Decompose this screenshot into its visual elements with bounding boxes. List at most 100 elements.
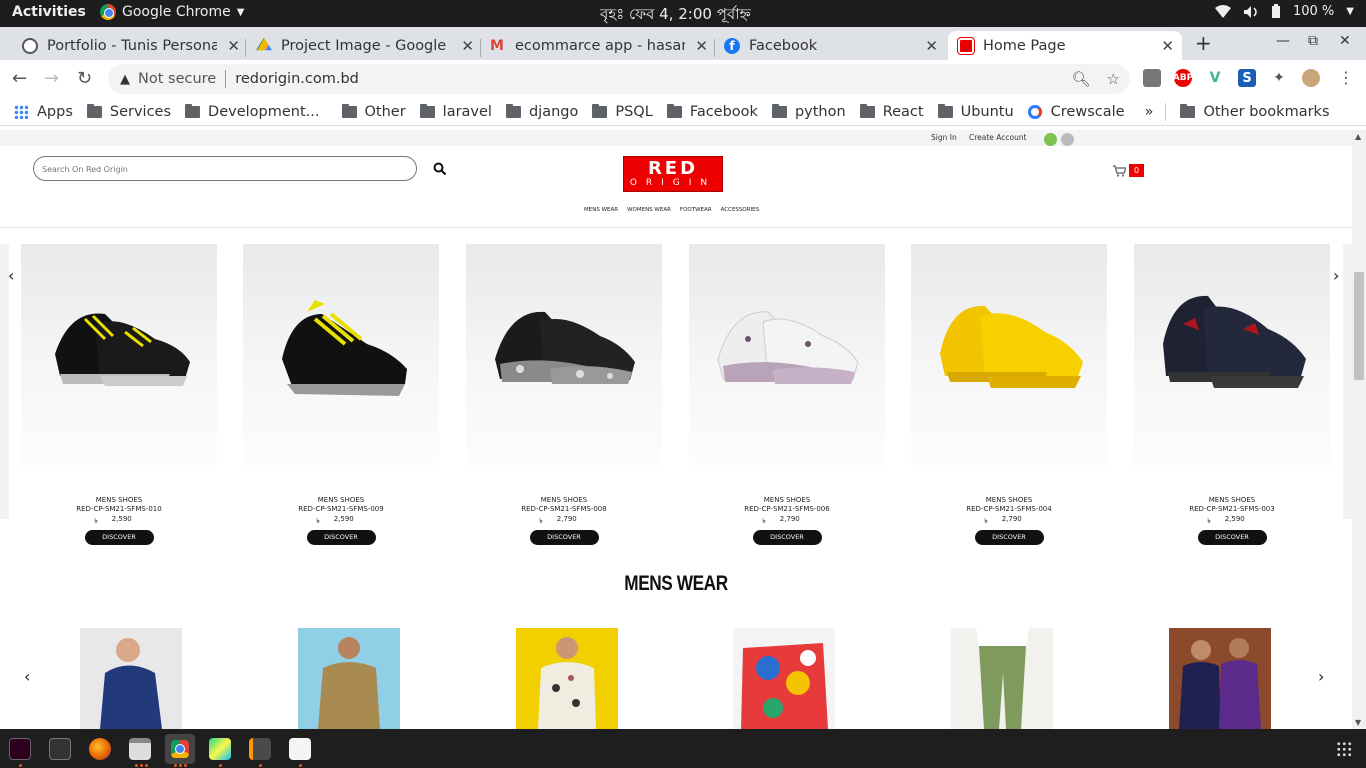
sublime-text-icon[interactable] [249, 738, 271, 760]
product-card[interactable]: MENS SHOES RED-CP-SM21-SFMS-006 ৳ 2,790 D… [689, 244, 885, 545]
discover-button[interactable]: DISCOVER [1197, 530, 1267, 545]
close-icon[interactable]: ✕ [1161, 37, 1174, 55]
page-scrollbar[interactable]: ▲ ▼ [1352, 130, 1366, 729]
zoom-icon[interactable]: 🔍︎ [1072, 70, 1091, 88]
carousel-next-arrow[interactable]: › [1333, 266, 1339, 285]
discover-button[interactable]: DISCOVER [974, 530, 1044, 545]
nav-accessories[interactable]: ACCESSORIES [721, 207, 760, 213]
restore-icon[interactable]: ⧉ [1308, 33, 1318, 49]
nav-mens-wear[interactable]: MENS WEAR [584, 207, 618, 213]
url-text[interactable]: redorigin.com.bd [235, 71, 359, 87]
tab-home-page[interactable]: Home Page ✕ [948, 31, 1182, 60]
bookmark-folder[interactable]: python [771, 103, 846, 120]
clock[interactable]: বৃহঃ ফেব 4, 2:00 পূর্বাহ্ন [600, 3, 751, 28]
discover-button[interactable]: DISCOVER [306, 530, 376, 545]
bookmark-folder[interactable]: Development... [185, 103, 320, 120]
bookmark-folder[interactable]: laravel [419, 103, 492, 120]
close-icon[interactable]: ✕ [461, 37, 474, 55]
mens-wear-image-floral-shirt[interactable] [733, 628, 835, 729]
bookmarks-overflow[interactable]: » [1145, 104, 1154, 120]
mens-wear-image-shirts-duo[interactable] [1169, 628, 1271, 729]
bookmark-folder[interactable]: Services [86, 103, 171, 120]
product-image[interactable] [466, 244, 662, 468]
product-image[interactable] [21, 244, 217, 468]
nav-womens-wear[interactable]: WOMENS WEAR [627, 207, 671, 213]
product-card[interactable]: MENS SHOES RED-CP-SM21-SFMS-009 ৳ 2,590 D… [243, 244, 439, 545]
bookmark-folder[interactable]: React [859, 103, 924, 120]
show-applications-icon[interactable] [1336, 741, 1352, 757]
apple-app-icon[interactable] [1061, 133, 1074, 146]
menu-kebab-icon[interactable]: ⋮ [1338, 68, 1354, 87]
bookmark-star-icon[interactable]: ☆ [1107, 70, 1120, 88]
scroll-down-icon[interactable]: ▼ [1355, 718, 1361, 727]
close-icon[interactable]: ✕ [695, 37, 708, 55]
window-close-icon[interactable]: ✕ [1339, 33, 1351, 49]
terminal-red-icon[interactable] [9, 738, 31, 760]
mens-wear-image-chinos[interactable] [951, 628, 1053, 729]
bookmark-folder[interactable]: Ubuntu [937, 103, 1014, 120]
close-icon[interactable]: ✕ [925, 37, 938, 55]
firefox-icon[interactable] [89, 738, 111, 760]
mens-wear-image-printed-shirt[interactable] [516, 628, 618, 729]
sign-in-link[interactable]: Sign In [931, 133, 957, 142]
bookmark-folder[interactable]: django [505, 103, 578, 120]
bookmark-crewscale[interactable]: Crewscale [1027, 104, 1125, 120]
nav-footwear[interactable]: FOOTWEAR [680, 207, 712, 213]
scroll-up-icon[interactable]: ▲ [1355, 132, 1361, 141]
forward-icon[interactable]: → [44, 68, 59, 89]
bookmark-folder[interactable]: Other [341, 103, 406, 120]
mens-wear-next-arrow[interactable]: › [1318, 667, 1324, 686]
discover-button[interactable]: DISCOVER [529, 530, 599, 545]
app-menu[interactable]: Google Chrome ▼ [100, 4, 244, 20]
product-card[interactable]: MENS SHOES RED-CP-SM21-SFMS-004 ৳ 2,790 D… [911, 244, 1107, 545]
product-card[interactable]: MENS SHOES RED-CP-SM21-SFMS-008 ৳ 2,790 D… [466, 244, 662, 545]
tab-ecommarce[interactable]: M ecommarce app - hasanm ✕ [480, 31, 716, 60]
adblock-icon[interactable]: ABP [1173, 69, 1193, 87]
mens-wear-image-suit[interactable] [80, 628, 182, 729]
tab-facebook[interactable]: f Facebook ✕ [714, 31, 946, 60]
vue-devtools-icon[interactable]: V [1206, 69, 1224, 87]
search-input[interactable] [34, 158, 416, 181]
back-icon[interactable]: ← [12, 68, 27, 89]
create-account-link[interactable]: Create Account [969, 133, 1027, 142]
discover-button[interactable]: DISCOVER [84, 530, 154, 545]
extensions-puzzle-icon[interactable]: ✦ [1270, 69, 1288, 87]
cart-button[interactable]: 0 [1113, 164, 1145, 177]
bookmark-apps[interactable]: Apps [14, 104, 73, 120]
warning-icon[interactable]: ▲ [120, 72, 130, 87]
files-icon[interactable] [129, 738, 151, 760]
bookmark-folder[interactable]: Facebook [666, 103, 758, 120]
product-card[interactable]: MENS SHOES RED-CP-SM21-SFMS-010 ৳ 2,590 D… [21, 244, 217, 545]
product-image[interactable] [689, 244, 885, 468]
profile-avatar[interactable] [1302, 69, 1320, 87]
product-image[interactable] [1134, 244, 1330, 468]
site-logo[interactable]: RED ORIGIN [623, 156, 723, 192]
camera-extension-icon[interactable] [1143, 69, 1161, 87]
product-image[interactable] [911, 244, 1107, 468]
scrollbar-thumb[interactable] [1354, 272, 1364, 380]
tab-project-image[interactable]: Project Image - Google Drive ✕ [246, 31, 482, 60]
activities-button[interactable]: Activities [12, 4, 86, 20]
security-label[interactable]: Not secure [138, 71, 216, 87]
product-card[interactable]: MENS SHOES RED-CP-SM21-SFMS-003 ৳ 2,590 D… [1134, 244, 1330, 545]
pycharm-icon[interactable] [209, 738, 231, 760]
address-bar[interactable]: ▲ Not secure redorigin.com.bd 🔍︎ ☆ [108, 64, 1130, 94]
reload-icon[interactable]: ↻ [77, 68, 92, 89]
carousel-prev-arrow[interactable]: ‹ [8, 266, 14, 285]
other-bookmarks[interactable]: Other bookmarks [1180, 103, 1330, 120]
new-tab-icon[interactable]: + [1195, 31, 1212, 55]
product-image[interactable] [243, 244, 439, 468]
tab-portfolio[interactable]: Portfolio - Tunis Personal ✕ [12, 31, 248, 60]
minimize-icon[interactable]: — [1276, 33, 1290, 49]
bookmark-folder[interactable]: PSQL [592, 103, 653, 120]
s-extension-icon[interactable]: S [1238, 69, 1256, 87]
discover-button[interactable]: DISCOVER [752, 530, 822, 545]
terminal-icon[interactable] [49, 738, 71, 760]
android-app-icon[interactable] [1044, 133, 1057, 146]
mens-wear-image-panjabi[interactable] [298, 628, 400, 729]
mens-wear-prev-arrow[interactable]: ‹ [24, 667, 30, 686]
text-editor-icon[interactable] [289, 738, 311, 760]
search-icon[interactable] [433, 162, 447, 176]
system-tray[interactable]: 100 % ▼ [1214, 4, 1354, 19]
close-icon[interactable]: ✕ [227, 37, 240, 55]
